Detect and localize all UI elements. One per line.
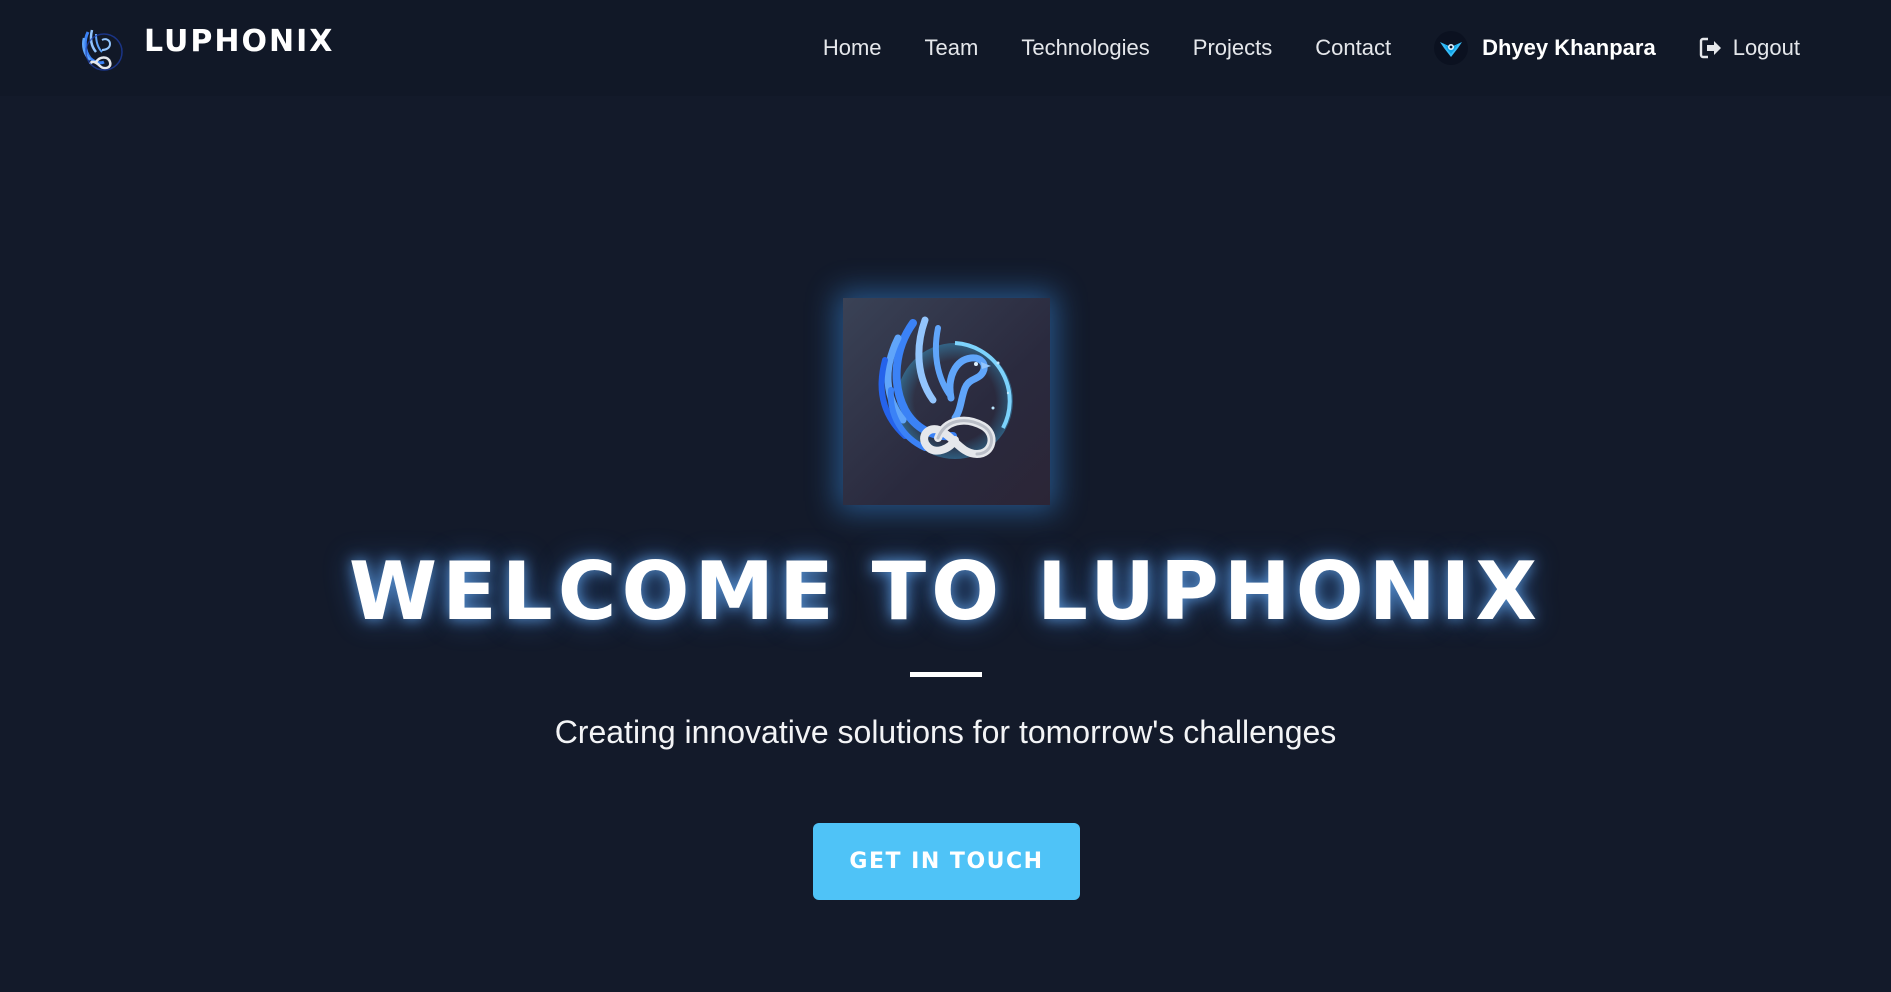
header: LUPHONIX Home Team Technologies Projects…: [0, 0, 1891, 96]
main-nav: Home Team Technologies Projects Contact …: [823, 28, 1800, 68]
nav-home[interactable]: Home: [823, 35, 882, 61]
nav-contact[interactable]: Contact: [1315, 35, 1391, 61]
logout-label[interactable]: Logout: [1733, 35, 1800, 61]
user-name[interactable]: Dhyey Khanpara: [1482, 35, 1656, 61]
get-in-touch-button[interactable]: GET IN TOUCH: [813, 823, 1080, 900]
nav-technologies[interactable]: Technologies: [1021, 35, 1149, 61]
phoenix-infinity-logo-icon: [878, 316, 1013, 459]
nav-team[interactable]: Team: [925, 35, 979, 61]
brand-name[interactable]: LUPHONIX: [144, 24, 334, 59]
user-avatar-icon[interactable]: [1434, 31, 1469, 65]
hero-title: WELCOME TO LUPHONIX: [348, 545, 1543, 638]
logout-icon[interactable]: [1699, 37, 1723, 59]
page: LUPHONIX Home Team Technologies Projects…: [0, 0, 1891, 992]
user-profile[interactable]: Dhyey Khanpara: [1434, 31, 1656, 65]
logout-button[interactable]: Logout: [1699, 35, 1800, 61]
nav-projects[interactable]: Projects: [1193, 35, 1272, 61]
hero-divider: [910, 672, 982, 677]
hero-subtitle: Creating innovative solutions for tomorr…: [554, 714, 1337, 750]
phoenix-infinity-logo-icon[interactable]: [74, 24, 126, 76]
hero-logo: [843, 298, 1050, 505]
brand[interactable]: LUPHONIX: [74, 22, 332, 78]
